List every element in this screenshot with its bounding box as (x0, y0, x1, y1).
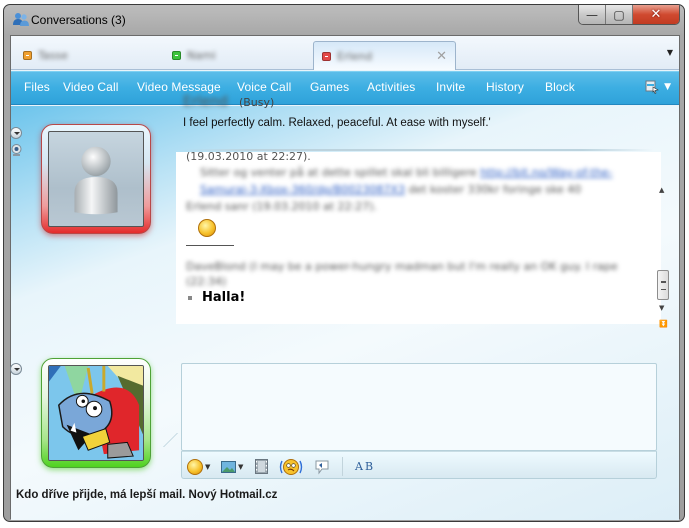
tab-overflow-chevron-icon[interactable]: ▼ (667, 48, 673, 57)
own-pane-collapse-icon[interactable] (10, 363, 22, 375)
menu-block[interactable]: Block (545, 80, 575, 94)
tab-label: Erlend (337, 49, 373, 63)
scrollbar-thumb[interactable] (657, 270, 669, 300)
maximize-icon: ▢ (613, 7, 625, 22)
maximize-button[interactable]: ▢ (606, 5, 633, 24)
options-chevron-icon: ▼ (664, 82, 671, 92)
history-message: Samurai-3-Xbox-360/dp/B0023087X3 det kos… (200, 183, 581, 196)
compose-toolbar: ▼ ▼ AB (181, 451, 657, 479)
action-menu-bar: Files Video Call Video Message Voice Cal… (11, 71, 679, 105)
tab-label: Nami (187, 49, 216, 62)
emoticon-icon (187, 458, 203, 475)
tab-label: Tasse (38, 49, 68, 62)
window-options-icon (645, 80, 659, 94)
contact-header: Erlend (Busy) (183, 91, 274, 110)
menu-activities[interactable]: Activities (367, 80, 415, 94)
status-online-icon (172, 51, 181, 60)
voice-clip-icon (315, 460, 329, 474)
msn-buddies-icon (13, 13, 29, 26)
video-clip-button[interactable] (255, 458, 268, 475)
conversation-history[interactable]: (19.03.2010 at 22:27). Sitter og venter … (176, 152, 661, 324)
voice-clip-button[interactable] (314, 458, 330, 475)
menu-video-call[interactable]: Video Call (63, 80, 118, 94)
history-timestamp: (19.03.2010 at 22:27). (186, 152, 311, 163)
history-message: DaveBlond (I may be a power-hungry madma… (186, 260, 618, 273)
contact-pane-collapse-icon[interactable] (10, 127, 22, 139)
emoticon-dropdown-icon: ▼ (205, 462, 211, 471)
message-text: Sitter og venter på at dette spillet ska… (200, 166, 481, 179)
contact-name: Erlend (183, 94, 228, 110)
message-link[interactable]: Samurai-3-Xbox-360/dp/B0023087X3 (200, 183, 405, 196)
nudge-icon (279, 458, 303, 475)
history-scrollbar[interactable]: ▲ ▼ ⏬ (656, 152, 670, 328)
advertisement-text[interactable]: Kdo dříve přijde, má lepší mail. Nový Ho… (16, 489, 277, 501)
window-title: Conversations (3) (31, 13, 126, 27)
contact-personal-message: I feel perfectly calm. Relaxed, peaceful… (183, 117, 491, 129)
video-clip-icon (255, 459, 268, 474)
own-avatar[interactable] (41, 358, 151, 468)
history-message: (22:34) (186, 275, 227, 288)
wink-background-icon (221, 460, 236, 473)
message-divider (186, 245, 234, 246)
menu-games[interactable]: Games (310, 80, 349, 94)
menu-files[interactable]: Files (24, 80, 50, 94)
contact-status: (Busy) (238, 96, 275, 109)
conversation-tab-bar: Tasse Nami Erlend ✕ ▼ (11, 36, 679, 70)
scroll-down-icon[interactable]: ▼ (659, 304, 664, 312)
history-message: Sitter og venter på at dette spillet ska… (200, 166, 613, 179)
message-bullet-icon (188, 295, 192, 300)
tab-close-icon[interactable]: ✕ (436, 49, 447, 64)
status-busy-icon (322, 51, 331, 61)
minimize-icon: — (586, 7, 598, 22)
menu-invite[interactable]: Invite (436, 80, 465, 94)
scroll-up-icon[interactable]: ▲ (659, 186, 664, 194)
tab-erlend[interactable]: Erlend ✕ (313, 41, 456, 70)
toolbar-separator (342, 457, 343, 476)
contact-avatar[interactable] (41, 124, 151, 234)
close-button[interactable]: ✕ (633, 5, 679, 24)
rolling-eyes-emoticon-icon (198, 219, 216, 237)
message-text: det koster 330kr foringe ske 40 (404, 183, 582, 196)
scroll-to-end-icon[interactable]: ⏬ (659, 320, 668, 328)
emoticon-button[interactable]: ▼ (187, 458, 210, 475)
header-divider (183, 149, 653, 151)
tab-nami[interactable]: Nami (164, 41, 314, 70)
wink-background-button[interactable]: ▼ (221, 458, 243, 475)
menu-history[interactable]: History (486, 80, 524, 94)
latest-message-text: Halla! (202, 290, 246, 305)
window-controls: — ▢ ✕ (578, 5, 680, 25)
close-icon: ✕ (650, 7, 662, 22)
latest-message: Halla! (188, 290, 245, 305)
window-options-button[interactable]: ▼ (645, 80, 671, 94)
message-input[interactable] (181, 363, 657, 451)
own-display-picture (48, 365, 144, 461)
wink-background-dropdown-icon: ▼ (238, 462, 244, 471)
history-message: Erlend sanr (19.03.2010 at 22:27). (186, 200, 378, 213)
minimize-button[interactable]: — (579, 5, 606, 24)
font-icon: AB (355, 460, 376, 473)
message-link[interactable]: http://bit.no/Way-of-the- (480, 166, 612, 179)
default-user-silhouette-icon (74, 146, 118, 215)
font-button[interactable]: AB (354, 458, 375, 475)
nudge-button[interactable] (279, 458, 303, 475)
tab-tasse[interactable]: Tasse (15, 41, 165, 70)
cartoon-bug-picture (49, 366, 143, 460)
status-away-icon (23, 51, 32, 60)
default-user-picture (48, 131, 144, 227)
webcam-icon[interactable] (11, 144, 22, 156)
title-bar[interactable]: Conversations (3) — ▢ ✕ (4, 5, 684, 35)
